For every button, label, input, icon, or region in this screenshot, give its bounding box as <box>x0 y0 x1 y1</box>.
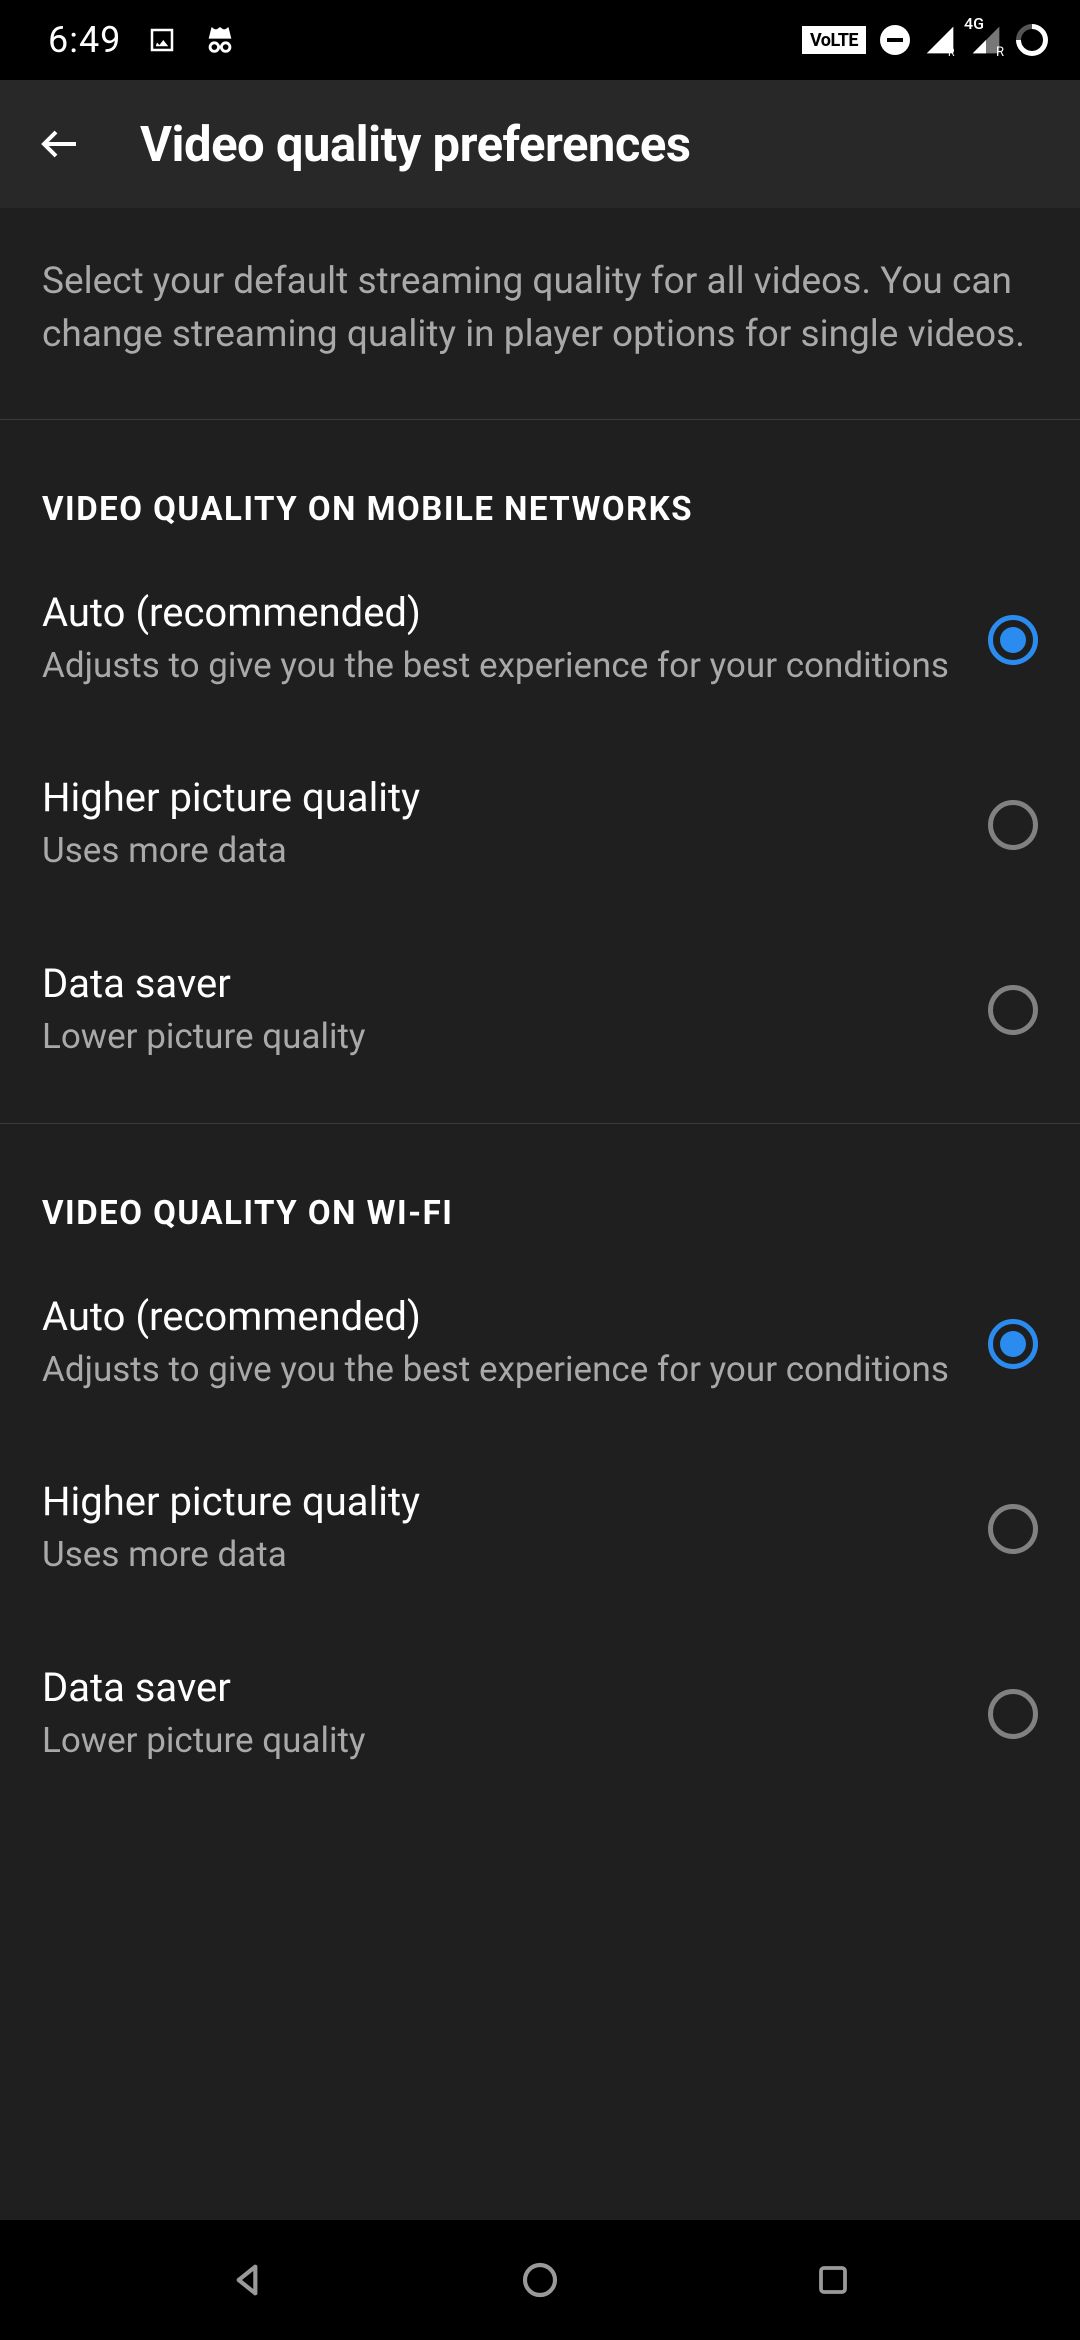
radio-selected-icon[interactable] <box>988 615 1038 665</box>
navigation-bar <box>0 2220 1080 2340</box>
status-left: 6:49 <box>48 19 237 61</box>
radio-selected-icon[interactable] <box>988 1319 1038 1369</box>
page-title: Video quality preferences <box>140 116 691 173</box>
status-time: 6:49 <box>48 19 121 61</box>
option-wifi-auto[interactable]: Auto (recommended) Adjusts to give you t… <box>0 1251 1080 1436</box>
option-title: Auto (recommended) <box>42 589 958 636</box>
nav-back-button[interactable] <box>207 2240 287 2320</box>
option-subtitle: Uses more data <box>42 1531 958 1579</box>
option-title: Higher picture quality <box>42 774 958 821</box>
option-subtitle: Adjusts to give you the best experience … <box>42 1346 958 1394</box>
signal-4g-icon: 4G R <box>970 24 1002 56</box>
option-title: Data saver <box>42 960 958 1007</box>
radio-unselected-icon[interactable] <box>988 1689 1038 1739</box>
option-mobile-higher[interactable]: Higher picture quality Uses more data <box>0 732 1080 917</box>
radio-unselected-icon[interactable] <box>988 800 1038 850</box>
option-subtitle: Lower picture quality <box>42 1013 958 1061</box>
option-mobile-saver[interactable]: Data saver Lower picture quality <box>0 918 1080 1103</box>
option-subtitle: Adjusts to give you the best experience … <box>42 642 958 690</box>
nav-home-button[interactable] <box>500 2240 580 2320</box>
option-subtitle: Lower picture quality <box>42 1717 958 1765</box>
app-bar: Video quality preferences <box>0 80 1080 208</box>
option-title: Data saver <box>42 1664 958 1711</box>
image-icon <box>147 25 177 55</box>
loading-spinner-icon <box>1009 17 1054 62</box>
option-title: Higher picture quality <box>42 1478 958 1525</box>
nav-recent-button[interactable] <box>793 2240 873 2320</box>
radio-unselected-icon[interactable] <box>988 1504 1038 1554</box>
option-subtitle: Uses more data <box>42 827 958 875</box>
description-block: Select your default streaming quality fo… <box>0 208 1080 420</box>
status-right: VoLTE R 4G R <box>802 24 1048 56</box>
back-button[interactable] <box>30 114 90 174</box>
option-wifi-saver[interactable]: Data saver Lower picture quality <box>0 1622 1080 1807</box>
incognito-icon <box>203 23 237 57</box>
section-header-wifi: VIDEO QUALITY ON WI-FI <box>0 1194 1080 1233</box>
option-mobile-auto[interactable]: Auto (recommended) Adjusts to give you t… <box>0 547 1080 732</box>
option-title: Auto (recommended) <box>42 1293 958 1340</box>
description-text: Select your default streaming quality fo… <box>42 256 1038 361</box>
option-wifi-higher[interactable]: Higher picture quality Uses more data <box>0 1436 1080 1621</box>
dnd-icon <box>880 25 910 55</box>
signal-full-icon: R <box>924 24 956 56</box>
section-header-mobile: VIDEO QUALITY ON MOBILE NETWORKS <box>0 490 1080 529</box>
status-bar: 6:49 VoLTE R 4G R <box>0 0 1080 80</box>
section-wifi: VIDEO QUALITY ON WI-FI Auto (recommended… <box>0 1124 1080 1827</box>
section-mobile: VIDEO QUALITY ON MOBILE NETWORKS Auto (r… <box>0 420 1080 1124</box>
radio-unselected-icon[interactable] <box>988 985 1038 1035</box>
svg-text:R: R <box>948 46 955 56</box>
volte-badge: VoLTE <box>802 26 866 54</box>
